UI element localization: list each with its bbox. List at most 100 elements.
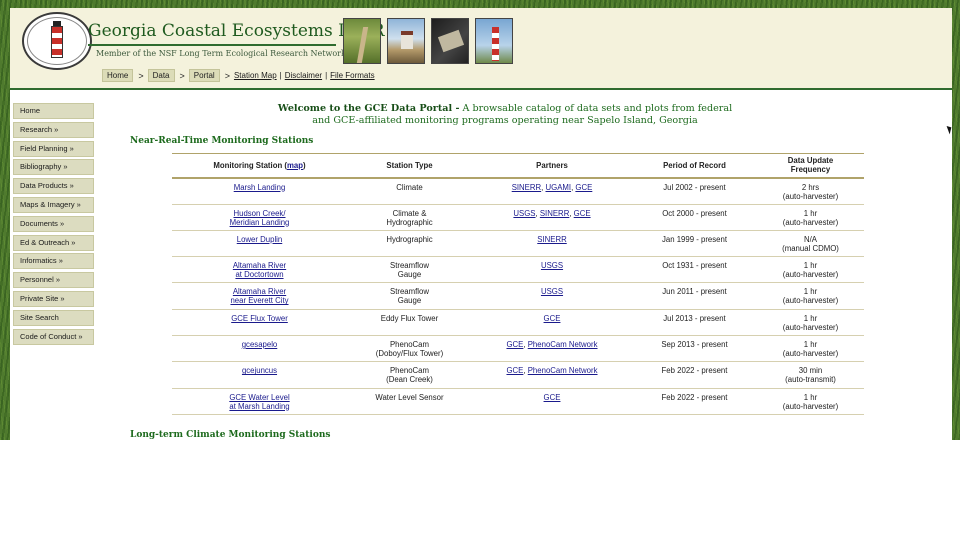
table-row: Marsh Landing Climate SINERR, UGAMI, GCE Ju… bbox=[172, 177, 864, 205]
period-cell: Feb 2022 - present bbox=[632, 388, 757, 415]
header-photo-boardwalk bbox=[343, 18, 381, 64]
table-header-row: Monitoring Station (map) Station Type Pa… bbox=[172, 153, 864, 179]
station-link[interactable]: gcejuncus bbox=[242, 366, 277, 375]
title-rule bbox=[88, 44, 336, 46]
sidebar-item-bibliography[interactable]: Bibliography » bbox=[13, 159, 94, 176]
stations-table-body: Marsh Landing Climate SINERR, UGAMI, GCE Ju… bbox=[172, 177, 864, 415]
station-cell: Altamaha River near Everett City bbox=[172, 282, 347, 310]
sidebar-item-research[interactable]: Research » bbox=[13, 121, 94, 138]
breadcrumb-separator: > bbox=[224, 70, 230, 81]
frequency-cell: 30 min (auto-transmit) bbox=[757, 361, 864, 389]
station-link[interactable]: Altamaha River at Doctortown bbox=[233, 261, 286, 279]
map-link[interactable]: map bbox=[287, 161, 303, 170]
table-row: Hudson Creek/Meridian Landing Climate & Hy… bbox=[172, 204, 864, 231]
station-link[interactable]: gcesapelo bbox=[242, 340, 278, 349]
partner-link[interactable]: USGS bbox=[541, 287, 563, 296]
breadcrumb-separator: > bbox=[179, 70, 185, 81]
site-subtitle: Member of the NSF Long Term Ecological R… bbox=[96, 49, 346, 58]
partner-link[interactable]: GCE bbox=[544, 393, 561, 402]
partner-link[interactable]: USGS bbox=[513, 209, 535, 218]
partners-cell: SINERR bbox=[472, 230, 632, 258]
frequency-cell: 1 hr (auto-harvester) bbox=[757, 309, 864, 336]
partner-link[interactable]: GCE bbox=[575, 183, 592, 192]
sidebar-item-informatics[interactable]: Informatics » bbox=[13, 253, 94, 270]
partner-link[interactable]: PhenoCam Network bbox=[528, 366, 598, 375]
sidebar-item-home[interactable]: Home bbox=[13, 103, 94, 119]
station-type-cell: Water Level Sensor bbox=[347, 388, 472, 415]
sidebar-item-private-site[interactable]: Private Site » bbox=[13, 290, 94, 307]
station-cell: Marsh Landing bbox=[172, 177, 347, 205]
frequency-cell: 1 hr (auto-harvester) bbox=[757, 388, 864, 415]
breadcrumb: Home > Data > Portal > Station Map | Dis… bbox=[102, 69, 378, 82]
station-type-cell: PhenoCam (Doboy/Flux Tower) bbox=[347, 335, 472, 363]
partners-cell: SINERR, UGAMI, GCE bbox=[472, 177, 632, 205]
period-cell: Oct 1931 - present bbox=[632, 256, 757, 284]
site-title[interactable]: Georgia Coastal Ecosystems LTER bbox=[88, 21, 385, 41]
partners-cell: GCE, PhenoCam Network bbox=[472, 335, 632, 363]
sidebar-item-code-of-conduct[interactable]: Code of Conduct » bbox=[13, 328, 94, 345]
gce-logo[interactable] bbox=[22, 12, 92, 70]
frequency-cell: 1 hr (auto-harvester) bbox=[757, 204, 864, 231]
station-link[interactable]: GCE Water Level at Marsh Landing bbox=[229, 393, 289, 411]
station-link[interactable]: Altamaha River near Everett City bbox=[230, 287, 288, 305]
breadcrumb-data[interactable]: Data bbox=[147, 69, 175, 82]
partner-link[interactable]: GCE bbox=[506, 366, 523, 375]
partner-link[interactable]: GCE bbox=[574, 209, 591, 218]
partners-cell: USGS, SINERR, GCE bbox=[472, 204, 632, 231]
station-type-cell: Climate & Hydrographic bbox=[347, 204, 472, 231]
sidebar-item-data-products[interactable]: Data Products » bbox=[13, 178, 94, 195]
partners-cell: GCE, PhenoCam Network bbox=[472, 361, 632, 389]
period-cell: Jul 2002 - present bbox=[632, 177, 757, 205]
station-map-link[interactable]: Station Map bbox=[234, 71, 277, 80]
period-cell: Jan 1999 - present bbox=[632, 230, 757, 258]
station-cell: GCE Flux Tower bbox=[172, 309, 347, 336]
partner-link[interactable]: SINERR bbox=[537, 235, 566, 244]
partners-cell: GCE bbox=[472, 388, 632, 415]
frequency-cell: 2 hrs (auto-harvester) bbox=[757, 177, 864, 205]
sidebar-item-site-search[interactable]: Site Search bbox=[13, 309, 94, 326]
welcome-heading: Welcome to the GCE Data Portal - bbox=[277, 103, 460, 114]
sidebar-item-documents[interactable]: Documents » bbox=[13, 215, 94, 232]
sidebar-item-ed-outreach[interactable]: Ed & Outreach » bbox=[13, 234, 94, 251]
period-cell: Feb 2022 - present bbox=[632, 361, 757, 389]
disclaimer-link[interactable]: Disclaimer bbox=[285, 71, 322, 80]
sidebar-item-personnel[interactable]: Personnel » bbox=[13, 272, 94, 289]
header-data-update-frequency: Data Update Frequency bbox=[757, 153, 864, 179]
breadcrumb-home[interactable]: Home bbox=[102, 69, 134, 82]
station-cell: Altamaha River at Doctortown bbox=[172, 256, 347, 284]
breadcrumb-portal[interactable]: Portal bbox=[188, 69, 220, 82]
station-type-cell: Eddy Flux Tower bbox=[347, 309, 472, 336]
station-link[interactable]: Hudson Creek/Meridian Landing bbox=[230, 209, 290, 227]
partner-link[interactable]: GCE bbox=[506, 340, 523, 349]
table-row: GCE Flux Tower Eddy Flux Tower GCE Jul 2013… bbox=[172, 309, 864, 336]
table-row: Lower Duplin Hydrographic SINERR Jan 1999 -… bbox=[172, 230, 864, 258]
table-row: Altamaha River near Everett City Streamflo… bbox=[172, 282, 864, 310]
partner-link[interactable]: GCE bbox=[544, 314, 561, 323]
sidebar-item-field-planning[interactable]: Field Planning » bbox=[13, 140, 94, 157]
stations-table: Monitoring Station (map) Station Type Pa… bbox=[172, 153, 864, 415]
station-link[interactable]: Marsh Landing bbox=[234, 183, 286, 192]
frequency-cell: N/A (manual CDMO) bbox=[757, 230, 864, 258]
welcome-message: Welcome to the GCE Data Portal - A brows… bbox=[240, 103, 770, 127]
station-link[interactable]: Lower Duplin bbox=[237, 235, 283, 244]
breadcrumb-separator: > bbox=[138, 70, 144, 81]
station-type-cell: Climate bbox=[347, 177, 472, 205]
frequency-cell: 1 hr (auto-harvester) bbox=[757, 256, 864, 284]
table-row: gcesapelo PhenoCam (Doboy/Flux Tower) GCE, … bbox=[172, 335, 864, 363]
sidebar-item-maps-imagery[interactable]: Maps & Imagery » bbox=[13, 196, 94, 213]
partners-cell: GCE bbox=[472, 309, 632, 336]
partner-link[interactable]: UGAMI bbox=[546, 183, 572, 192]
station-link[interactable]: GCE Flux Tower bbox=[231, 314, 288, 323]
page: Georgia Coastal Ecosystems LTER Member o… bbox=[10, 8, 952, 440]
partner-link[interactable]: SINERR bbox=[540, 209, 569, 218]
link-separator: | bbox=[279, 71, 282, 80]
file-formats-link[interactable]: File Formats bbox=[330, 71, 374, 80]
partner-link[interactable]: USGS bbox=[541, 261, 563, 270]
station-type-cell: Streamflow Gauge bbox=[347, 256, 472, 284]
partner-link[interactable]: SINERR bbox=[512, 183, 541, 192]
station-cell: gcesapelo bbox=[172, 335, 347, 363]
header-monitoring-station: Monitoring Station (map) bbox=[172, 153, 347, 179]
table-row: Altamaha River at Doctortown Streamflow Gau… bbox=[172, 256, 864, 284]
partner-link[interactable]: PhenoCam Network bbox=[528, 340, 598, 349]
period-cell: Oct 2000 - present bbox=[632, 204, 757, 231]
